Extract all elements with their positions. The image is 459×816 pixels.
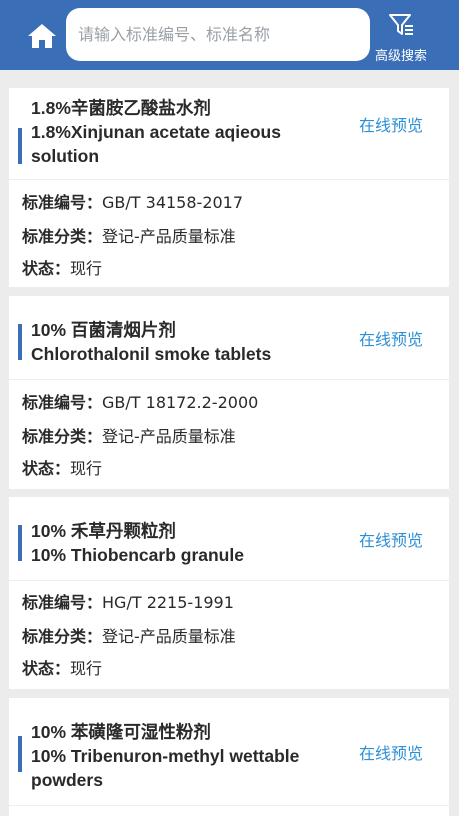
standard-category: 登记-产品质量标准	[102, 427, 236, 446]
status-value: 现行	[70, 659, 103, 678]
standard-category-label: 标准分类：	[22, 427, 103, 446]
preview-link[interactable]: 在线预览	[359, 743, 423, 765]
advanced-search-button[interactable]: 高级搜索	[369, 8, 433, 66]
list-item: 1.8%辛菌胺乙酸盐水剂 1.8%Xinjunan acetate aqieou…	[9, 88, 449, 287]
item-title-en: 10% Thiobencarb granule	[31, 545, 244, 565]
list-item: 10% 禾草丹颗粒剂 10% Thiobencarb granule 在线预览 …	[9, 497, 449, 689]
standard-number-row: 标准编号：GB/T 34158-2017	[22, 192, 243, 214]
status-row: 状态：现行	[22, 258, 102, 280]
item-title-en: 10% Tribenuron-methyl wettable powders	[31, 746, 300, 790]
advanced-search-label: 高级搜索	[374, 49, 427, 64]
standard-category-row: 标准分类：登记-产品质量标准	[22, 226, 236, 248]
filter-icon	[389, 14, 413, 35]
status-value: 现行	[70, 259, 103, 278]
search-box[interactable]	[66, 8, 370, 61]
accent-bar	[18, 128, 22, 164]
accent-bar	[18, 525, 22, 561]
status-label: 状态：	[22, 259, 71, 278]
item-title-zh: 10% 禾草丹颗粒剂	[31, 521, 176, 541]
home-icon	[28, 24, 56, 48]
standard-category-row: 标准分类：登记-产品质量标准	[22, 426, 236, 448]
standard-number: GB/T 18172.2-2000	[102, 393, 259, 412]
home-button[interactable]	[26, 22, 58, 50]
standard-number-label: 标准编号：	[22, 593, 103, 612]
item-title-zh: 10% 苯磺隆可湿性粉剂	[31, 722, 211, 742]
status-row: 状态：现行	[22, 458, 102, 480]
standard-number: GB/T 34158-2017	[102, 193, 244, 212]
standard-category-label: 标准分类：	[22, 627, 103, 646]
list-item: 10% 苯磺隆可湿性粉剂 10% Tribenuron-methyl wetta…	[9, 698, 449, 816]
item-title-zh: 1.8%辛菌胺乙酸盐水剂	[31, 98, 211, 118]
standard-category-label: 标准分类：	[22, 227, 103, 246]
item-header: 10% 禾草丹颗粒剂 10% Thiobencarb granule 在线预览	[9, 497, 449, 581]
status-label: 状态：	[22, 459, 71, 478]
standard-number-row: 标准编号：HG/T 2215-1991	[22, 592, 234, 614]
standard-number-row: 标准编号：GB/T 18172.2-2000	[22, 392, 258, 414]
accent-bar	[18, 736, 22, 772]
preview-link[interactable]: 在线预览	[359, 115, 423, 137]
standard-category: 登记-产品质量标准	[102, 627, 236, 646]
standard-number-label: 标准编号：	[22, 193, 103, 212]
standard-category-row: 标准分类：登记-产品质量标准	[22, 626, 236, 648]
standard-number-label: 标准编号：	[22, 393, 103, 412]
list-item: 10% 百菌清烟片剂 Chlorothalonil smoke tablets …	[9, 296, 449, 489]
item-title-en: Chlorothalonil smoke tablets	[31, 344, 272, 364]
status-value: 现行	[70, 459, 103, 478]
search-input[interactable]	[78, 8, 358, 61]
item-title-en: 1.8%Xinjunan acetate aqieous solution	[31, 122, 281, 166]
status-row: 状态：现行	[22, 658, 102, 680]
accent-bar	[18, 324, 22, 360]
preview-link[interactable]: 在线预览	[359, 329, 423, 351]
item-title-zh: 10% 百菌清烟片剂	[31, 320, 176, 340]
status-label: 状态：	[22, 659, 71, 678]
item-header: 10% 百菌清烟片剂 Chlorothalonil smoke tablets …	[9, 296, 449, 380]
standard-category: 登记-产品质量标准	[102, 227, 236, 246]
preview-link[interactable]: 在线预览	[359, 530, 423, 552]
item-header: 10% 苯磺隆可湿性粉剂 10% Tribenuron-methyl wetta…	[9, 698, 449, 806]
standard-number: HG/T 2215-1991	[102, 593, 234, 612]
item-header: 1.8%辛菌胺乙酸盐水剂 1.8%Xinjunan acetate aqieou…	[9, 88, 449, 180]
top-bar: 高级搜索	[0, 0, 459, 70]
